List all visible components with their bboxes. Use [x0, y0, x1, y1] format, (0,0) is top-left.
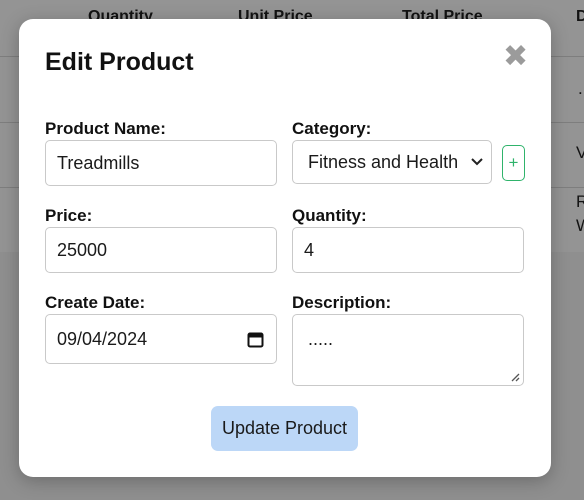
- quantity-label: Quantity:: [292, 206, 367, 225]
- product-name-value: Treadmills: [57, 152, 140, 173]
- category-label: Category:: [292, 119, 372, 138]
- price-input[interactable]: 25000: [45, 227, 277, 273]
- quantity-input[interactable]: 4: [292, 227, 524, 273]
- description-textarea[interactable]: .....: [292, 314, 524, 386]
- resize-handle-icon[interactable]: [510, 372, 520, 382]
- price-value: 25000: [57, 239, 108, 260]
- description-label: Description:: [292, 293, 392, 312]
- edit-product-modal: Edit Product ✖ Product Name: Treadmills …: [19, 19, 551, 477]
- product-name-label: Product Name:: [45, 119, 166, 138]
- chevron-down-icon: [471, 158, 483, 166]
- add-category-button[interactable]: +: [502, 145, 525, 181]
- close-icon[interactable]: ✖: [503, 42, 528, 72]
- modal-title: Edit Product: [45, 48, 194, 76]
- calendar-icon[interactable]: [247, 331, 264, 348]
- create-date-label: Create Date:: [45, 293, 146, 312]
- category-value: Fitness and Health: [308, 151, 459, 172]
- plus-icon: +: [508, 153, 519, 172]
- price-label: Price:: [45, 206, 93, 225]
- create-date-value: 09/04/2024: [57, 328, 148, 349]
- product-name-input[interactable]: Treadmills: [45, 140, 277, 186]
- update-product-button[interactable]: Update Product: [211, 406, 358, 451]
- create-date-input[interactable]: 09/04/2024: [45, 314, 277, 364]
- description-value: .....: [308, 329, 334, 349]
- category-select[interactable]: Fitness and Health: [292, 140, 492, 184]
- quantity-value: 4: [304, 239, 315, 260]
